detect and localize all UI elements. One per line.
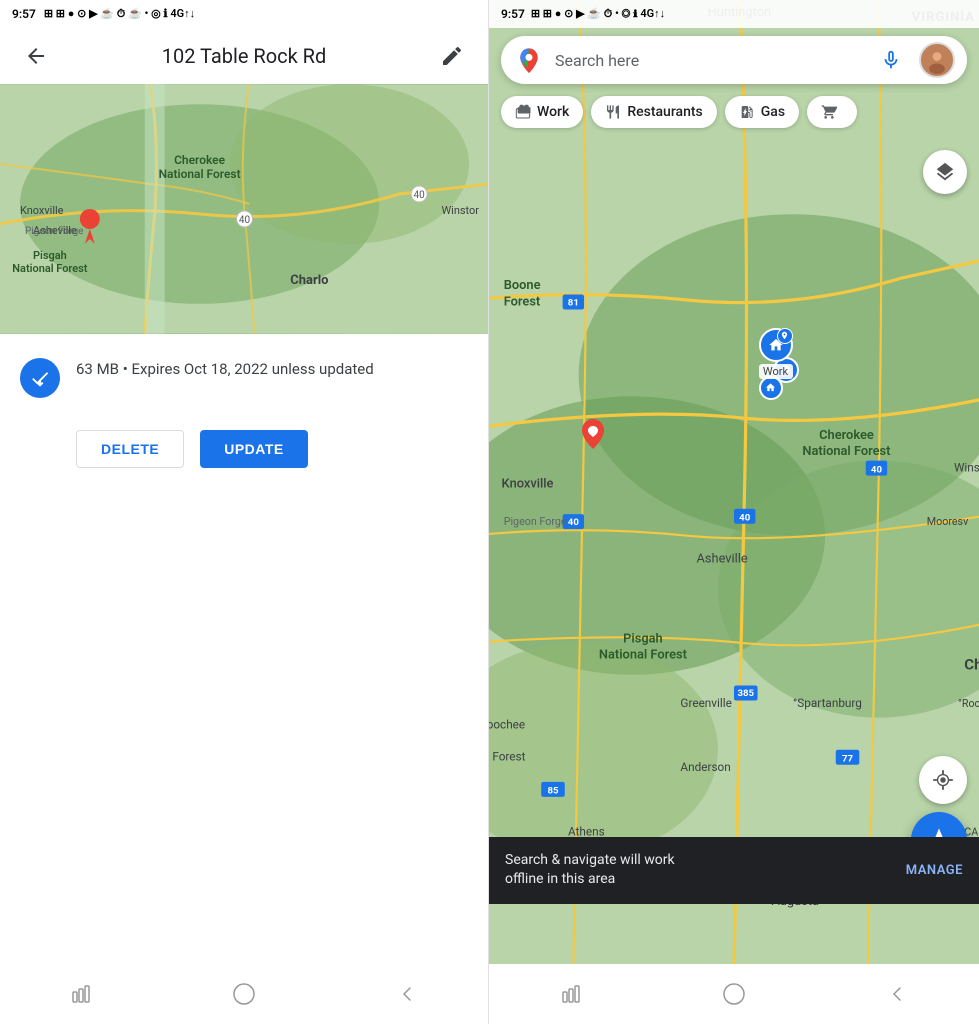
quick-chips: Work Restaurants Gas <box>489 88 979 136</box>
user-avatar[interactable] <box>919 42 955 78</box>
time-left: 9:57 <box>12 7 36 21</box>
svg-text:Knoxville: Knoxville <box>20 204 64 217</box>
nav-bar-right <box>489 964 979 1024</box>
back-nav-icon-right[interactable] <box>885 982 909 1006</box>
recent-apps-icon-right[interactable] <box>559 982 583 1006</box>
svg-text:Cherokee: Cherokee <box>174 153 226 167</box>
cart-chip[interactable] <box>807 96 857 128</box>
work-pin-cluster: Work <box>759 328 793 379</box>
svg-text:°Spartanburg: °Spartanburg <box>793 696 862 710</box>
svg-text:Charlo: Charlo <box>290 273 328 288</box>
home-icon[interactable] <box>232 982 256 1006</box>
svg-text:Mooresv: Mooresv <box>927 515 968 528</box>
svg-text:40: 40 <box>739 513 751 524</box>
offline-text: Search & navigate will work offline in t… <box>505 851 675 890</box>
google-maps-logo <box>513 44 545 76</box>
svg-text:Boone: Boone <box>504 278 541 293</box>
svg-text:Pigeon Forge: Pigeon Forge <box>504 515 567 528</box>
status-bar-left: 9:57 ⊞ ⊞ ● ⊙ ▶ ☕ ⏱ ☕ • ◎ ℹ 4G↑↓ <box>0 0 488 28</box>
mic-icon[interactable] <box>873 42 909 78</box>
blue-pin-3 <box>759 376 783 400</box>
status-icons-right: ⊞ ⊞ ● ⊙ ▶ ☕ ⏱ • ◎ ℹ 4G↑↓ <box>531 7 665 21</box>
work-chip[interactable]: Work <box>501 96 583 128</box>
svg-text:Asheville: Asheville <box>697 551 748 566</box>
svg-text:National Forest: National Forest <box>159 167 241 181</box>
svg-text:385: 385 <box>737 688 754 699</box>
svg-text:Cherokee: Cherokee <box>819 428 874 443</box>
svg-text:40: 40 <box>414 190 426 201</box>
svg-text:40: 40 <box>871 464 883 475</box>
svg-text:Winstor: Winstor <box>441 204 479 217</box>
header-left: 102 Table Rock Rd <box>0 28 488 84</box>
page-title: 102 Table Rock Rd <box>56 44 432 68</box>
check-icon <box>20 358 60 398</box>
time-right: 9:57 <box>501 7 525 21</box>
svg-text:National Forest: National Forest <box>802 444 891 459</box>
right-panel: 81 40 40 40 385 77 85 20 Huntington Boon… <box>489 0 979 1024</box>
svg-text:Pigeon Forge: Pigeon Forge <box>25 226 84 237</box>
update-button[interactable]: UPDATE <box>200 430 308 468</box>
recent-apps-icon[interactable] <box>69 982 93 1006</box>
svg-text:40: 40 <box>239 215 251 226</box>
work-label: Work <box>759 364 793 379</box>
work-chip-label: Work <box>537 104 569 120</box>
svg-text:°Rock: °Rock <box>958 697 979 710</box>
svg-text:Anderson: Anderson <box>680 760 730 774</box>
svg-text:Knoxville: Knoxville <box>502 476 554 491</box>
red-heart-pin <box>577 415 609 457</box>
svg-text:81: 81 <box>568 297 579 308</box>
location-button[interactable] <box>919 756 967 804</box>
status-icons-left: ⊞ ⊞ ● ⊙ ▶ ☕ ⏱ ☕ • ◎ ℹ 4G↑↓ <box>44 7 195 21</box>
svg-text:Greenville: Greenville <box>680 696 731 710</box>
info-section: 63 MB • Expires Oct 18, 2022 unless upda… <box>0 334 488 422</box>
offline-info-text: 63 MB • Expires Oct 18, 2022 unless upda… <box>76 358 374 381</box>
search-bar-area: Search here <box>489 28 979 92</box>
gas-chip[interactable]: Gas <box>725 96 799 128</box>
svg-text:National Forest: National Forest <box>599 648 688 663</box>
svg-text:Pisgah: Pisgah <box>33 249 67 262</box>
manage-button[interactable]: MANAGE <box>906 863 963 878</box>
search-input-text[interactable]: Search here <box>555 51 863 70</box>
svg-text:al Forest: al Forest <box>489 749 526 763</box>
svg-text:Forest: Forest <box>504 294 541 309</box>
restaurants-chip-label: Restaurants <box>627 104 702 120</box>
left-panel: 9:57 ⊞ ⊞ ● ⊙ ▶ ☕ ⏱ ☕ • ◎ ℹ 4G↑↓ 102 Tabl… <box>0 0 489 1024</box>
svg-text:National Forest: National Forest <box>12 262 88 275</box>
action-buttons: DELETE UPDATE <box>0 422 488 488</box>
map-right: 81 40 40 40 385 77 85 20 Huntington Boon… <box>489 0 979 964</box>
edit-button[interactable] <box>432 36 472 76</box>
layers-button[interactable] <box>923 150 967 194</box>
svg-text:Winstor: Winstor <box>954 460 979 474</box>
nav-bar-left <box>0 964 488 1024</box>
map-preview: Cherokee National Forest Pisgah National… <box>0 84 488 334</box>
status-bar-right: 9:57 ⊞ ⊞ ● ⊙ ▶ ☕ ⏱ • ◎ ℹ 4G↑↓ <box>489 0 979 28</box>
search-bar[interactable]: Search here <box>501 36 967 84</box>
svg-text:Charlo: Charlo <box>964 655 979 673</box>
gas-chip-label: Gas <box>761 104 785 120</box>
svg-text:77: 77 <box>842 754 854 765</box>
delete-button[interactable]: DELETE <box>76 430 184 468</box>
restaurants-chip[interactable]: Restaurants <box>591 96 716 128</box>
home-icon-right[interactable] <box>722 982 746 1006</box>
svg-text:85: 85 <box>547 786 559 797</box>
svg-text:hoochee: hoochee <box>489 717 525 731</box>
back-button[interactable] <box>16 36 56 76</box>
offline-banner: Search & navigate will work offline in t… <box>489 837 979 904</box>
svg-text:40: 40 <box>568 517 580 528</box>
svg-text:Pisgah: Pisgah <box>623 632 663 647</box>
back-nav-icon[interactable] <box>395 982 419 1006</box>
